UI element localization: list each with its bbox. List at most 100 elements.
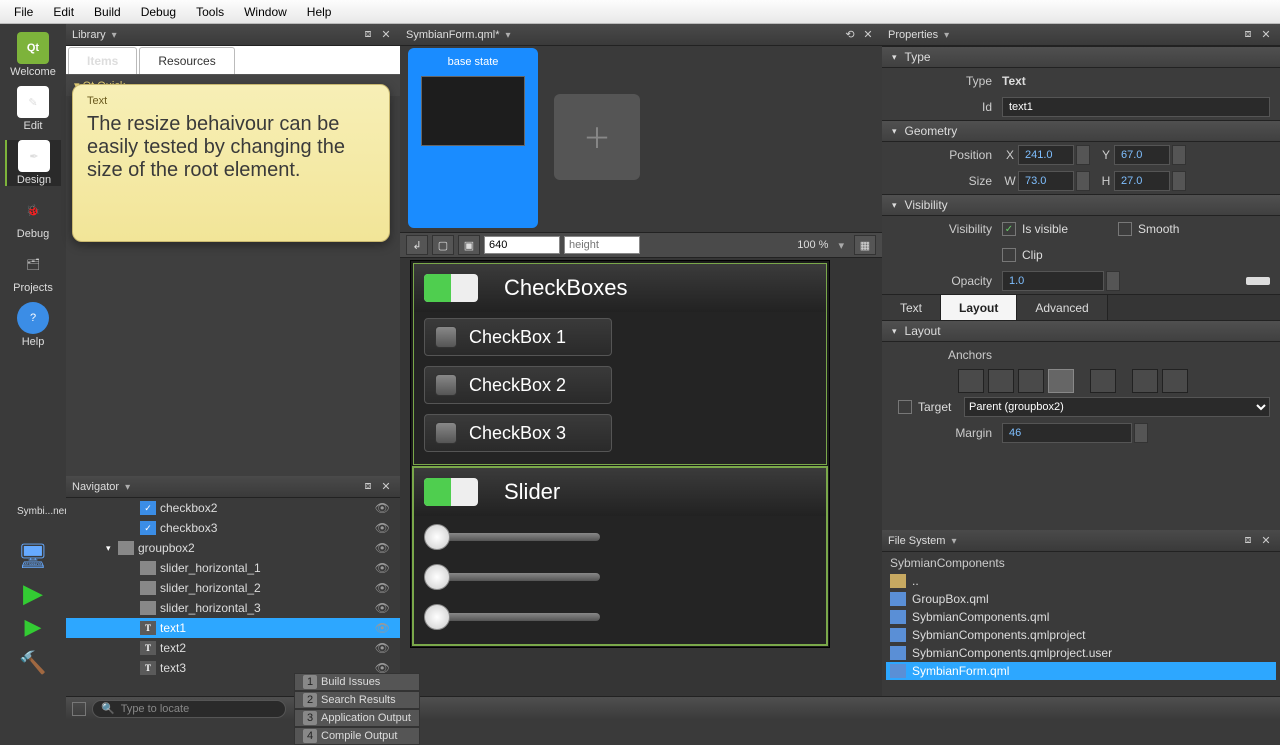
spinner-icon[interactable] xyxy=(1076,145,1090,165)
opacity-input[interactable] xyxy=(1002,271,1104,291)
id-input[interactable] xyxy=(1002,97,1270,117)
h-input[interactable] xyxy=(1114,171,1170,191)
visibility-eye-icon[interactable]: 👁 xyxy=(375,601,390,615)
clip-checkbox[interactable] xyxy=(1002,248,1016,262)
anchor-top-icon[interactable] xyxy=(1048,369,1074,393)
navigator-item[interactable]: slider_horizontal_2👁 xyxy=(66,578,400,598)
slider-knob-icon[interactable] xyxy=(424,524,450,550)
layout-tool-icon[interactable]: ↲ xyxy=(406,235,428,255)
menu-file[interactable]: File xyxy=(4,5,43,19)
menu-edit[interactable]: Edit xyxy=(43,5,84,19)
spinner-icon[interactable] xyxy=(1172,171,1186,191)
menu-debug[interactable]: Debug xyxy=(131,5,186,19)
section-layout[interactable]: Layout xyxy=(882,320,1280,342)
slider-knob-icon[interactable] xyxy=(424,604,450,630)
close-icon[interactable]: ✕ xyxy=(378,27,394,43)
close-icon[interactable]: ✕ xyxy=(1258,533,1274,549)
menu-help[interactable]: Help xyxy=(297,5,342,19)
tab-resources[interactable]: Resources xyxy=(139,47,234,74)
navigator-item[interactable]: slider_horizontal_3👁 xyxy=(66,598,400,618)
anchor-left-icon[interactable] xyxy=(958,369,984,393)
anchor-baseline-icon[interactable] xyxy=(1132,369,1158,393)
y-input[interactable] xyxy=(1114,145,1170,165)
visibility-eye-icon[interactable]: 👁 xyxy=(375,501,390,515)
fs-item[interactable]: SybmianComponents.qmlproject xyxy=(886,626,1276,644)
x-input[interactable] xyxy=(1018,145,1074,165)
toggle-icon[interactable] xyxy=(424,478,478,506)
checkbox-3[interactable]: CheckBox 3 xyxy=(424,414,612,452)
spinner-icon[interactable] xyxy=(1076,171,1090,191)
w-input[interactable] xyxy=(1018,171,1074,191)
canvas-width-input[interactable] xyxy=(484,236,560,254)
groupbox-checkboxes[interactable]: CheckBoxes CheckBox 1 CheckBox 2 CheckBo… xyxy=(413,263,827,465)
anchor-hcenter-icon[interactable] xyxy=(988,369,1014,393)
checkbox-2[interactable]: CheckBox 2 xyxy=(424,366,612,404)
rail-debug[interactable]: 🐞Debug xyxy=(5,194,61,240)
run-button[interactable]: ▶ xyxy=(17,578,49,610)
menu-build[interactable]: Build xyxy=(84,5,131,19)
toggle-icon[interactable] xyxy=(424,274,478,302)
spinner-icon[interactable] xyxy=(1172,145,1186,165)
close-icon[interactable]: ✕ xyxy=(860,27,876,43)
target-checkbox[interactable] xyxy=(898,400,912,414)
target-select[interactable]: Parent (groupbox2) xyxy=(964,397,1270,417)
navigator-item[interactable]: Ttext1👁 xyxy=(66,618,400,638)
slider-2[interactable] xyxy=(424,562,600,592)
visibility-eye-icon[interactable]: 👁 xyxy=(375,581,390,595)
open-file-dropdown[interactable]: SymbianForm.qml* xyxy=(406,29,511,41)
fs-item[interactable]: GroupBox.qml xyxy=(886,590,1276,608)
section-visibility[interactable]: Visibility xyxy=(882,194,1280,216)
spinner-icon[interactable] xyxy=(1106,271,1120,291)
state-base[interactable]: base state xyxy=(408,48,538,228)
split-icon[interactable]: ⧈ xyxy=(360,479,376,495)
visibility-eye-icon[interactable]: 👁 xyxy=(375,561,390,575)
subtab-advanced[interactable]: Advanced xyxy=(1017,295,1107,320)
output-tab[interactable]: 4Compile Output xyxy=(294,727,420,745)
visibility-eye-icon[interactable]: 👁 xyxy=(375,621,390,635)
visibility-eye-icon[interactable]: 👁 xyxy=(375,521,390,535)
split-icon[interactable]: ⧈ xyxy=(1240,27,1256,43)
close-icon[interactable]: ✕ xyxy=(378,479,394,495)
tab-items[interactable]: Items xyxy=(68,47,137,74)
rail-welcome[interactable]: QtWelcome xyxy=(5,32,61,78)
margin-input[interactable] xyxy=(1002,423,1132,443)
visibility-eye-icon[interactable]: 👁 xyxy=(375,641,390,655)
output-toggle-icon[interactable] xyxy=(72,702,86,716)
navigator-item[interactable]: ✓checkbox2👁 xyxy=(66,498,400,518)
properties-title[interactable]: Properties xyxy=(888,29,949,41)
slider-1[interactable] xyxy=(424,522,600,552)
opacity-slider[interactable] xyxy=(1246,277,1270,285)
locator-input[interactable]: 🔍 Type to locate xyxy=(92,700,286,718)
isvisible-checkbox[interactable] xyxy=(1002,222,1016,236)
split-icon[interactable]: ⧈ xyxy=(360,27,376,43)
section-type[interactable]: Type xyxy=(882,46,1280,68)
groupbox-slider[interactable]: Slider xyxy=(413,467,827,645)
visibility-eye-icon[interactable]: 👁 xyxy=(375,541,390,555)
link-icon[interactable]: ⟲ xyxy=(842,27,858,43)
section-geometry[interactable]: Geometry xyxy=(882,120,1280,142)
rail-edit[interactable]: ✎Edit xyxy=(5,86,61,132)
output-tab[interactable]: 3Application Output xyxy=(294,709,420,727)
reset-view-icon[interactable]: ▦ xyxy=(854,235,876,255)
fs-item[interactable]: .. xyxy=(886,572,1276,590)
fs-item[interactable]: SybmianComponents.qml xyxy=(886,608,1276,626)
run-debug-button[interactable]: ▶ xyxy=(17,614,49,646)
fs-item[interactable]: SymbianForm.qml xyxy=(886,662,1276,680)
spinner-icon[interactable] xyxy=(1134,423,1148,443)
rail-help[interactable]: ?Help xyxy=(5,302,61,348)
navigator-item[interactable]: ▾groupbox2👁 xyxy=(66,538,400,558)
slider-3[interactable] xyxy=(424,602,600,632)
anchor-right-icon[interactable] xyxy=(1018,369,1044,393)
output-tab[interactable]: 2Search Results xyxy=(294,691,420,709)
device-icon[interactable]: 🖥 xyxy=(17,542,49,574)
split-icon[interactable]: ⧈ xyxy=(1240,533,1256,549)
snap-bounds-icon[interactable]: ▣ xyxy=(458,235,480,255)
menu-tools[interactable]: Tools xyxy=(186,5,234,19)
canvas-height-input[interactable] xyxy=(564,236,640,254)
zoom-level[interactable]: 100 % xyxy=(797,239,828,251)
add-state-button[interactable]: ＋ xyxy=(554,94,640,180)
fs-item[interactable]: SybmianComponents.qmlproject.user xyxy=(886,644,1276,662)
navigator-item[interactable]: Ttext2👁 xyxy=(66,638,400,658)
smooth-checkbox[interactable] xyxy=(1118,222,1132,236)
close-icon[interactable]: ✕ xyxy=(1258,27,1274,43)
